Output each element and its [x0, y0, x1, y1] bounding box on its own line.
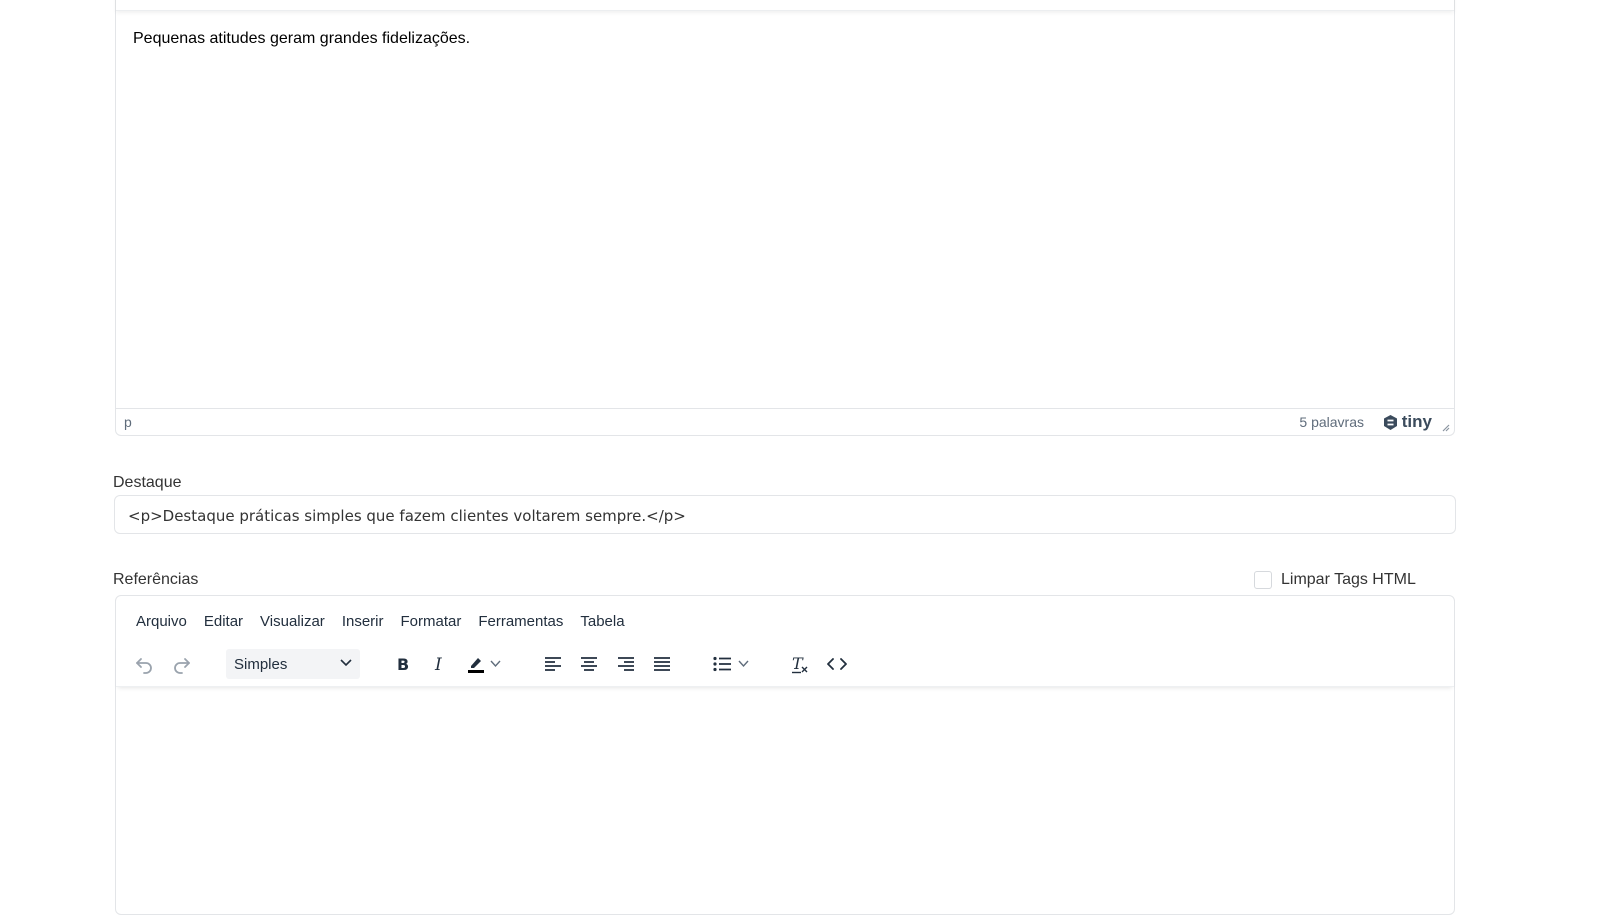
align-center-button[interactable]: [574, 649, 604, 679]
block-format-value: Simples: [234, 655, 288, 673]
menu-tabela[interactable]: Tabela: [572, 613, 633, 630]
editor-menubar: Arquivo Editar Visualizar Inserir Format…: [136, 613, 633, 630]
bold-button[interactable]: B: [388, 649, 418, 679]
undo-button[interactable]: [129, 649, 159, 679]
source-code-button[interactable]: [822, 649, 852, 679]
editor-toolbar-edge: [116, 0, 1454, 11]
element-path[interactable]: p: [124, 414, 132, 430]
italic-button[interactable]: I: [424, 649, 454, 679]
chevron-down-icon: [340, 659, 352, 667]
tiny-logo-text: tiny: [1401, 412, 1432, 431]
align-justify-button[interactable]: [647, 649, 677, 679]
tiny-logo-icon: [1383, 414, 1397, 430]
bullet-list-icon: [713, 656, 731, 672]
svg-text:T: T: [792, 654, 804, 673]
align-center-icon: [581, 657, 597, 671]
svg-text:I: I: [434, 655, 442, 673]
editor-content[interactable]: Pequenas atitudes geram grandes fideliza…: [133, 30, 470, 48]
destaque-field[interactable]: <p>Destaque práticas simples que fazem c…: [114, 495, 1456, 534]
align-right-button[interactable]: [611, 649, 641, 679]
menu-inserir[interactable]: Inserir: [333, 613, 392, 630]
content-editor: Pequenas atitudes geram grandes fideliza…: [115, 0, 1455, 436]
italic-icon: I: [434, 655, 442, 673]
redo-button[interactable]: [167, 649, 197, 679]
clear-formatting-button[interactable]: T: [785, 649, 815, 679]
align-right-icon: [618, 657, 634, 671]
svg-text:B: B: [397, 655, 409, 673]
align-left-button[interactable]: [538, 649, 568, 679]
editor-toolbar: Simples B I T: [116, 644, 1454, 687]
block-format-select[interactable]: Simples: [226, 649, 360, 679]
highlight-icon: [468, 658, 484, 673]
clear-html-tags-checkbox[interactable]: [1254, 571, 1272, 589]
menu-editar[interactable]: Editar: [195, 613, 251, 630]
word-count[interactable]: 5 palavras: [1299, 414, 1364, 430]
align-justify-icon: [654, 657, 670, 671]
highlight-color-dropdown[interactable]: [486, 649, 504, 679]
menu-arquivo[interactable]: Arquivo: [136, 613, 195, 630]
bold-icon: B: [397, 655, 409, 673]
redo-icon: [174, 658, 190, 674]
menu-ferramentas[interactable]: Ferramentas: [470, 613, 572, 630]
referencias-editor: Arquivo Editar Visualizar Inserir Format…: [115, 595, 1455, 915]
clear-html-tags-label: Limpar Tags HTML: [1281, 571, 1416, 588]
chevron-down-icon: [737, 660, 749, 668]
align-left-icon: [545, 657, 561, 671]
destaque-label: Destaque: [113, 474, 182, 491]
tiny-logo[interactable]: tiny: [1382, 412, 1432, 432]
editor-statusbar: p 5 palavras tiny: [116, 408, 1454, 435]
source-code-icon: [827, 658, 847, 670]
resize-handle-icon[interactable]: [1440, 422, 1450, 432]
undo-icon: [136, 658, 152, 674]
menu-formatar[interactable]: Formatar: [392, 613, 470, 630]
bullet-list-dropdown[interactable]: [734, 649, 752, 679]
clear-formatting-icon: T: [792, 654, 808, 674]
menu-visualizar[interactable]: Visualizar: [252, 613, 334, 630]
chevron-down-icon: [489, 660, 501, 668]
referencias-editor-content[interactable]: [116, 687, 1454, 914]
clear-html-tags-toggle[interactable]: Limpar Tags HTML: [1254, 571, 1416, 589]
referencias-label: Referências: [113, 571, 199, 588]
